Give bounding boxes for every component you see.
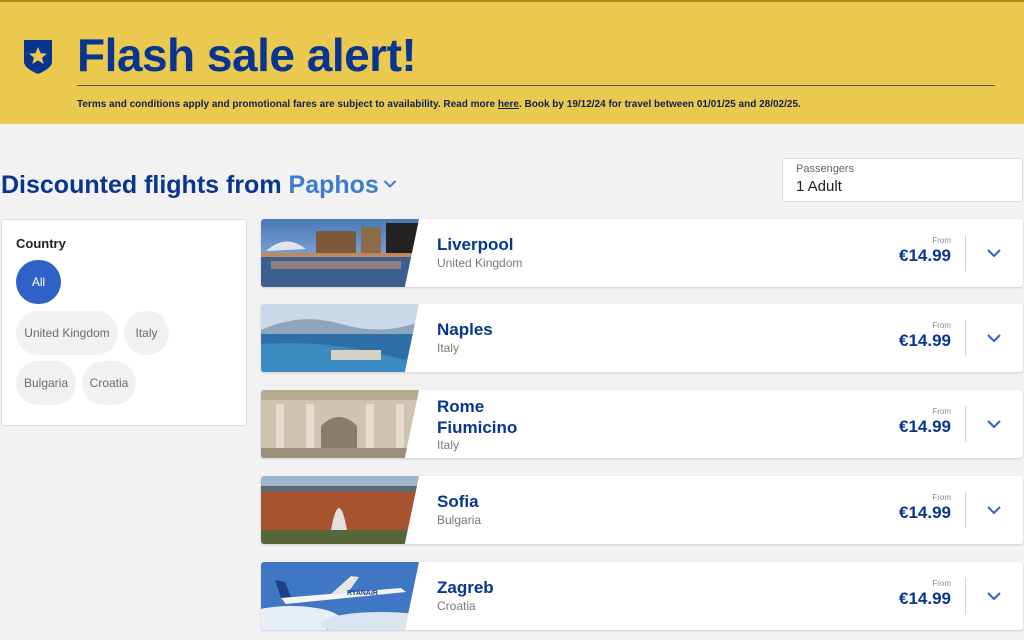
card-divider <box>965 320 966 356</box>
flight-card-liverpool[interactable]: Liverpool United Kingdom From €14.99 <box>261 219 1023 287</box>
destination-city-line-2: Fiumicino <box>437 418 518 437</box>
destination-city: Naples <box>437 320 493 339</box>
page-title: Discounted flights from Paphos <box>1 170 397 200</box>
banner-divider <box>77 85 995 86</box>
title-prefix: Discounted flights from <box>1 171 282 199</box>
destination-photo <box>261 476 419 544</box>
destination-country: Bulgaria <box>437 513 482 527</box>
destination-city: Zagreb <box>437 578 494 597</box>
flight-card-sofia[interactable]: Sofia Bulgaria From €14.99 <box>261 476 1023 544</box>
passengers-selector[interactable]: Passengers 1 Adult <box>782 158 1023 202</box>
flight-card-naples[interactable]: Naples Italy From €14.99 <box>261 304 1023 372</box>
star-shield-icon <box>24 40 52 74</box>
banner-title: Flash sale alert! <box>77 29 417 81</box>
destination-city: Sofia <box>437 492 479 511</box>
fare-price: €14.99 <box>899 246 951 265</box>
destination-country: United Kingdom <box>437 256 523 270</box>
chip-italy[interactable]: Italy <box>124 311 169 355</box>
fare-price: €14.99 <box>899 503 951 522</box>
fare-price: €14.99 <box>899 417 951 436</box>
destination-photo <box>261 304 419 372</box>
flight-card-zagreb[interactable]: RYANAIR Zagreb Croatia From €14.99 <box>261 562 1023 630</box>
filter-title: Country <box>16 236 66 251</box>
origin-selector[interactable]: Paphos <box>289 171 397 199</box>
destination-country: Italy <box>437 341 460 355</box>
terms-text-start: Terms and conditions apply and promotion… <box>77 99 498 110</box>
passengers-value[interactable]: 1 Adult <box>796 178 1022 195</box>
card-divider <box>965 578 966 614</box>
destination-city: Liverpool <box>437 235 514 254</box>
chip-bulgaria[interactable]: Bulgaria <box>16 361 76 405</box>
destination-photo <box>261 219 419 287</box>
airline-logo-text: RYANAIR <box>347 590 378 597</box>
chevron-down-icon[interactable] <box>985 501 1003 519</box>
destination-country: Croatia <box>437 599 476 613</box>
flash-sale-banner: Flash sale alert! Terms and conditions a… <box>0 0 1024 124</box>
chip-all[interactable]: All <box>16 260 61 304</box>
chevron-down-icon[interactable] <box>985 415 1003 433</box>
from-label: From <box>932 579 951 588</box>
chevron-down-icon[interactable] <box>985 244 1003 262</box>
terms-text: Terms and conditions apply and promotion… <box>77 99 801 110</box>
chevron-down-icon[interactable] <box>985 329 1003 347</box>
destination-photo <box>261 390 419 458</box>
flight-card-rome-fiumicino[interactable]: Rome Fiumicino Italy From €14.99 <box>261 390 1023 458</box>
destination-country: Italy <box>437 438 460 452</box>
from-label: From <box>932 407 951 416</box>
passengers-label: Passengers <box>796 163 855 175</box>
destination-photo: RYANAIR <box>261 562 419 630</box>
from-label: From <box>932 493 951 502</box>
card-divider <box>965 235 966 271</box>
chevron-down-icon[interactable] <box>985 587 1003 605</box>
fare-price: €14.99 <box>899 331 951 350</box>
card-divider <box>965 406 966 442</box>
card-divider <box>965 492 966 528</box>
terms-text-end: . Book by 19/12/24 for travel between 01… <box>518 99 801 110</box>
from-label: From <box>932 236 951 245</box>
chevron-down-icon[interactable] <box>383 179 397 189</box>
origin-airport[interactable]: Paphos <box>289 171 379 199</box>
chip-united-kingdom[interactable]: United Kingdom <box>16 311 118 355</box>
country-filter: Country All United Kingdom Italy Bulgari… <box>1 219 247 426</box>
destination-city-line-1: Rome <box>437 397 485 416</box>
terms-here-link[interactable]: here <box>498 99 519 110</box>
chip-croatia[interactable]: Croatia <box>82 361 136 405</box>
from-label: From <box>932 321 951 330</box>
fare-price: €14.99 <box>899 589 951 608</box>
